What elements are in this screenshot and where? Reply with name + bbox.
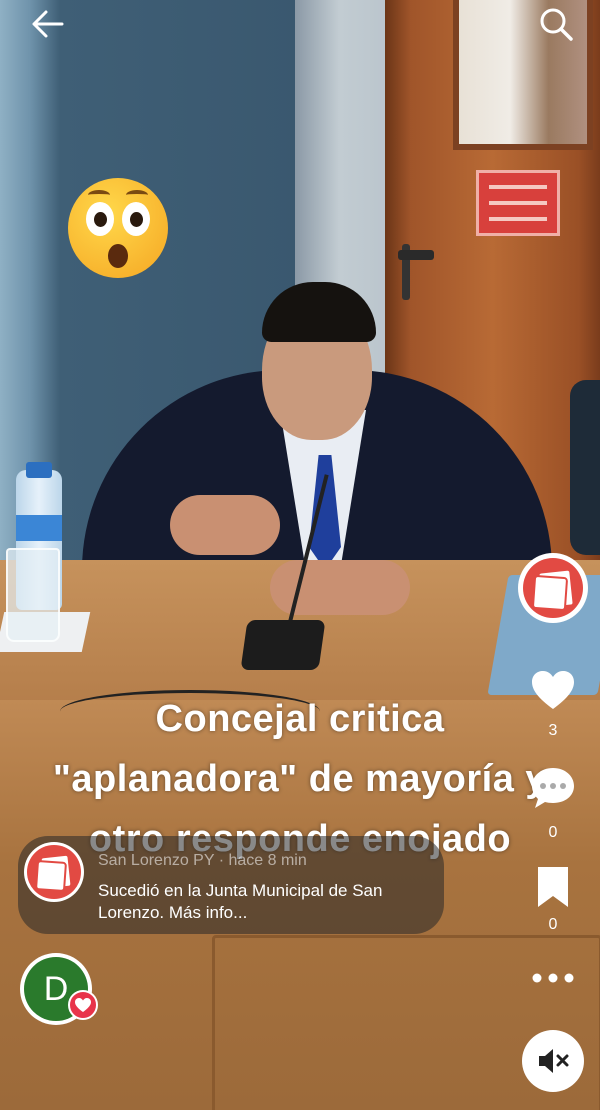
post-time: hace 8 min — [228, 852, 307, 869]
search-button[interactable] — [536, 4, 576, 44]
like-count: 3 — [548, 722, 558, 739]
more-options-button[interactable] — [530, 955, 576, 1001]
meta-separator: · — [218, 852, 225, 869]
post-description[interactable]: Sucedió en la Junta Municipal de San Lor… — [98, 880, 428, 924]
bookmark-icon — [538, 867, 568, 907]
search-icon — [540, 8, 573, 41]
author-name[interactable]: San Lorenzo PY — [98, 852, 214, 869]
publisher-logo[interactable] — [24, 842, 84, 902]
more-dots-icon — [532, 973, 574, 983]
post-info-card[interactable]: San Lorenzo PY · hace 8 min Sucedió en l… — [18, 836, 444, 934]
arrow-left-icon — [32, 10, 64, 38]
video-viewer: Concejal critica "aplanadora" de mayoría… — [0, 0, 600, 1110]
video-caption-line: Concejal critica — [155, 698, 445, 740]
door-handle — [398, 250, 434, 260]
astonished-emoji-icon — [68, 178, 168, 278]
newspaper-icon — [523, 558, 583, 618]
save-button[interactable] — [530, 864, 576, 910]
save-count: 0 — [548, 916, 558, 933]
like-button[interactable] — [530, 668, 576, 714]
bottle-label — [16, 515, 62, 541]
newspaper-icon — [27, 845, 81, 899]
person-hand — [170, 495, 280, 555]
back-button[interactable] — [28, 6, 68, 42]
door-sign — [476, 170, 560, 236]
video-caption-line: "aplanadora" de mayoría y — [52, 758, 548, 800]
comment-count: 0 — [548, 824, 558, 841]
heart-icon — [532, 671, 574, 709]
comment-icon — [532, 768, 574, 808]
heart-badge-icon — [68, 990, 98, 1020]
bottle-cap — [26, 462, 52, 478]
video-frame[interactable] — [0, 0, 600, 1110]
microphone-base — [240, 620, 326, 670]
post-meta: San Lorenzo PY · hace 8 min — [98, 852, 307, 870]
chair — [570, 380, 600, 555]
speaker-muted-icon — [539, 1049, 569, 1073]
mute-button[interactable] — [522, 1030, 584, 1092]
water-glass — [6, 548, 60, 642]
comment-button[interactable] — [530, 765, 576, 811]
publisher-avatar-button[interactable] — [520, 555, 586, 621]
